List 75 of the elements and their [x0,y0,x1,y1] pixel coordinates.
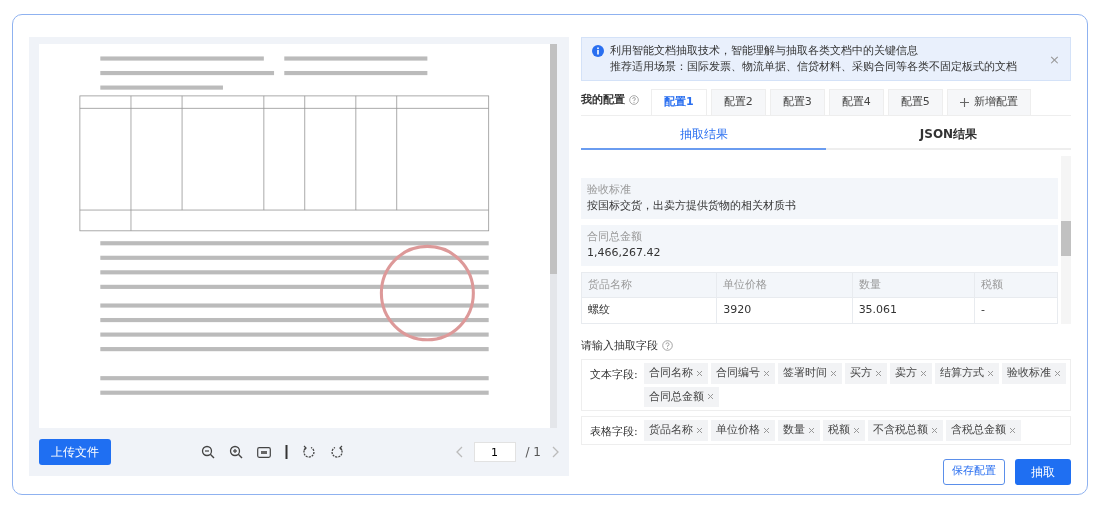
zoom-out-icon[interactable] [201,445,215,459]
field-value: 1,466,267.42 [587,245,662,261]
config-tab[interactable]: 配置1 [651,89,707,115]
result-tab[interactable]: JSON结果 [826,119,1071,150]
tag-text: 不含税总额 [873,422,928,438]
config-label: 我的配置 [581,92,625,108]
remove-icon[interactable] [853,426,860,434]
actual-size-icon[interactable] [257,446,271,458]
column-header: 单位价格 [716,272,853,298]
table-cell: 3920 [716,297,853,323]
tag-text: 单位价格 [716,422,760,438]
field-label: 验收标准 [587,181,632,198]
field-input-label: 请输入抽取字段 [581,337,658,354]
tag-text: 合同名称 [649,365,693,381]
config-tab[interactable]: 配置2 [710,89,766,115]
separator-bar-icon [285,445,288,459]
remove-icon[interactable] [920,369,927,377]
group-label: 文本字段: [589,367,638,383]
group-label: 表格字段: [589,424,638,440]
tag-text: 税额 [828,422,850,438]
extract-button[interactable]: 抽取 [1015,458,1071,485]
tag-text: 卖方 [895,365,917,381]
column-header: 货品名称 [581,272,717,298]
table-cell: 螺纹 [581,297,717,323]
tag-text: 含税总金额 [951,422,1006,438]
remove-icon[interactable] [763,369,770,377]
remove-icon[interactable] [1009,426,1016,434]
notice-text: 利用智能文档抽取技术，智能理解与抽取各类文档中的关键信息 [610,43,919,59]
tag-text: 验收标准 [1007,365,1051,381]
add-config-tab[interactable]: 新增配置 [946,89,1032,115]
tag-text: 合同总金额 [649,388,704,405]
tag-text: 数量 [783,422,805,438]
result-tab[interactable]: 抽取结果 [581,119,826,150]
remove-icon[interactable] [808,426,815,434]
plus-icon [959,97,969,107]
remove-icon[interactable] [696,369,703,377]
remove-icon[interactable] [696,426,703,434]
remove-icon[interactable] [830,369,837,377]
column-header: 税额 [974,272,1058,298]
field-value: 按国标交货，出卖方提供货物的相关材质书 [587,198,797,214]
save-config-button[interactable]: 保存配置 [943,458,1005,485]
info-icon [592,45,604,57]
previous-page-icon[interactable] [455,446,464,458]
upload-button[interactable]: 上传文件 [39,439,111,465]
tag-text: 合同编号 [716,365,760,381]
notice-text: 推荐适用场景：国际发票、物流单据、信贷材料、采购合同等各类不固定板式的文档 [610,59,1017,75]
tag-text: 结算方式 [940,365,984,381]
remove-icon[interactable] [987,369,994,377]
field-tag-input[interactable]: 表格字段: 货品名称 单位价格 数量 税额 不含税总额 含税总金额 [581,416,1071,445]
remove-icon[interactable] [931,426,938,434]
zoom-in-icon[interactable] [229,445,243,459]
column-header: 数量 [852,272,975,298]
help-icon[interactable] [662,340,673,352]
remove-icon[interactable] [875,369,882,377]
tag-text: 买方 [850,365,872,381]
tag-text: 签署时间 [783,365,827,381]
rotate-right-icon[interactable] [330,445,344,459]
config-tab[interactable]: 配置3 [769,89,825,115]
tag-text: 货品名称 [649,422,693,438]
scrollbar[interactable] [550,44,557,428]
remove-icon[interactable] [707,393,714,401]
config-tab[interactable]: 配置5 [887,89,943,115]
table-cell: 35.061 [852,297,975,323]
table-cell: - [974,297,1058,323]
remove-icon[interactable] [1054,369,1061,377]
rotate-left-icon[interactable] [302,445,316,459]
field-label: 合同总金额 [587,228,643,245]
scrollbar[interactable] [1061,155,1071,324]
field-tag-input[interactable]: 文本字段: 合同名称 合同编号 签署时间 买方 卖方 结算方式 验收标准 合同总金额 [581,359,1071,411]
help-icon[interactable] [629,95,639,106]
page-number-field[interactable]: 1 [473,442,516,462]
config-tab[interactable]: 配置4 [828,89,884,115]
remove-icon[interactable] [763,426,770,434]
next-page-icon[interactable] [551,446,559,458]
page-total: / 1 [525,444,541,461]
